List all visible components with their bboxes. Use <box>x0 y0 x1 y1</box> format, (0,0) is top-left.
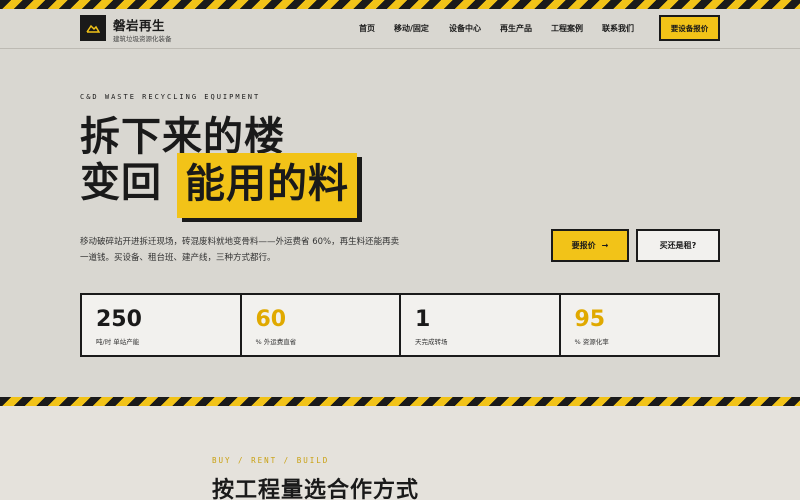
get-quote-label: 要报价 <box>571 241 596 250</box>
nav-item-home[interactable]: 首页 <box>359 23 375 34</box>
stat-capacity: 250 吨/时 单站产能 <box>82 295 242 355</box>
hero-headline-line1: 拆下来的楼 <box>80 114 285 160</box>
header-quote-button[interactable]: 要设备报价 <box>659 15 720 41</box>
nav-item-cases[interactable]: 工程案例 <box>551 23 583 34</box>
hazard-stripe-divider <box>0 397 800 406</box>
stat-value: 60 <box>255 307 287 332</box>
hero-description: 移动破碎站开进拆迁现场，砖混废料就地变骨料——外运费省 60%，再生料还能再卖一… <box>80 237 400 263</box>
mountain-icon <box>86 24 100 33</box>
stat-label: % 资源化率 <box>574 338 609 346</box>
stat-relocation-time: 1 天完成转场 <box>401 295 561 355</box>
stat-value: 250 <box>96 307 142 332</box>
nav-item-contact[interactable]: 联系我们 <box>602 23 634 34</box>
brand-name: 磐岩再生 <box>113 18 166 33</box>
cooperation-section: BUY / RENT / BUILD 按工程量选合作方式 <box>0 406 800 500</box>
section-eyebrow: BUY / RENT / BUILD <box>212 456 330 465</box>
buy-or-rent-button[interactable]: 买还是租? <box>636 229 720 262</box>
stat-recycling-rate: 95 % 资源化率 <box>561 295 719 355</box>
nav-item-equipment[interactable]: 设备中心 <box>449 23 481 34</box>
stats-bar: 250 吨/时 单站产能 60 % 外运费直省 1 天完成转场 95 % 资源化… <box>80 293 720 357</box>
hazard-stripe-top <box>0 0 800 9</box>
stat-value: 95 <box>574 307 606 332</box>
stat-label: 天完成转场 <box>415 338 448 346</box>
arrow-right-icon: → <box>601 241 609 250</box>
hero-headline-highlight: 能用的料 <box>177 153 357 218</box>
hero-headline-line2: 变回 <box>80 160 162 206</box>
brand-tagline: 建筑垃圾资源化装备 <box>113 35 172 43</box>
nav-item-products[interactable]: 再生产品 <box>500 23 532 34</box>
site-header: 磐岩再生 建筑垃圾资源化装备 首页 移动/固定 设备中心 再生产品 工程案例 联… <box>0 9 800 49</box>
brand-logo[interactable] <box>80 15 106 41</box>
stat-transport-savings: 60 % 外运费直省 <box>242 295 401 355</box>
stat-label: 吨/时 单站产能 <box>96 338 140 346</box>
stat-value: 1 <box>415 307 431 332</box>
nav-item-mobile-fixed[interactable]: 移动/固定 <box>394 23 429 34</box>
stat-label: % 外运费直省 <box>255 338 297 346</box>
get-quote-button[interactable]: 要报价 → <box>551 229 629 262</box>
section-title: 按工程量选合作方式 <box>212 478 420 500</box>
hero-eyebrow: C&D WASTE RECYCLING EQUIPMENT <box>80 93 261 101</box>
